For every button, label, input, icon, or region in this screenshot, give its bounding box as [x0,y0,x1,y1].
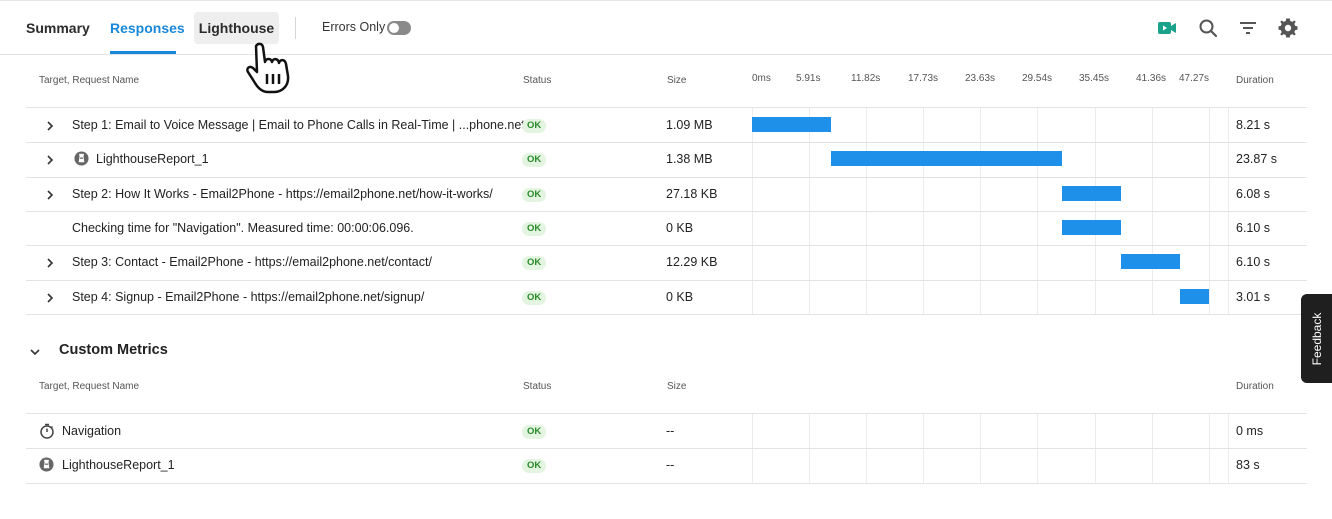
timing-bar[interactable] [1180,289,1209,304]
timing-bar[interactable] [1062,186,1121,201]
row-divider [26,483,1307,484]
video-icon[interactable] [1155,16,1179,40]
size-value: 0 KB [666,289,694,304]
active-tab-indicator [110,51,176,54]
col-header-size: Size [667,75,687,86]
chevron-right-icon[interactable] [44,188,56,200]
cm-col-header-name: Target, Request Name [39,381,140,392]
request-name: Step 1: Email to Voice Message | Email t… [72,118,529,132]
table-row[interactable]: Step 4: Signup - Email2Phone - https://e… [26,280,1307,314]
chevron-right-icon[interactable] [44,119,56,131]
table-row[interactable]: Navigation OK -- 0 ms [26,414,1307,448]
metric-name: LighthouseReport_1 [62,458,175,473]
duration-value: 0 ms [1236,424,1264,438]
timeline-tick-label: 47.27s [1179,73,1210,84]
col-header-status: Status [523,75,552,86]
cm-col-header-duration: Duration [1236,381,1274,392]
timing-bar[interactable] [1062,220,1121,235]
size-value: 1.09 MB [666,118,713,132]
status-badge: OK [522,256,547,271]
size-value: 1.38 MB [666,152,713,167]
col-header-duration: Duration [1236,75,1274,86]
status-badge: OK [522,459,547,474]
row-divider [26,314,1307,315]
duration-value: 6.10 s [1236,255,1271,270]
timeline-tick-label: 0ms [752,73,771,84]
cm-col-header-size: Size [667,381,687,392]
tab-lighthouse[interactable]: Lighthouse [194,12,279,44]
custom-metrics-title: Custom Metrics [59,342,168,358]
timing-bar[interactable] [831,151,1062,166]
hand-cursor-icon [244,42,302,96]
status-badge: OK [522,290,547,305]
col-header-name: Target, Request Name [39,75,140,86]
timeline-tick-label: 29.54s [1022,73,1053,84]
request-name: Step 4: Signup - Email2Phone - https://e… [72,289,425,304]
timing-bar[interactable] [1121,254,1180,269]
request-name: Checking time for "Navigation". Measured… [72,220,414,235]
timeline-tick-label: 17.73s [908,73,939,84]
filter-icon[interactable] [1236,16,1260,40]
tab-divider [295,17,296,39]
search-icon[interactable] [1196,16,1220,40]
status-badge: OK [522,425,547,439]
duration-value: 8.21 s [1236,118,1271,132]
status-badge: OK [522,221,547,236]
tab-summary[interactable]: Summary [26,12,90,44]
size-value: 12.29 KB [666,255,718,270]
timeline-tick-label: 35.45s [1079,73,1110,84]
duration-value: 83 s [1236,458,1260,473]
table-row[interactable]: Step 1: Email to Voice Message | Email t… [26,108,1307,142]
chevron-down-icon[interactable] [29,345,41,357]
lighthouse-icon [74,151,89,166]
cm-col-header-status: Status [523,381,552,392]
tab-responses[interactable]: Responses [110,12,185,44]
gear-icon[interactable] [1276,16,1300,40]
duration-value: 3.01 s [1236,289,1271,304]
chevron-right-icon[interactable] [44,256,56,268]
request-name: LighthouseReport_1 [96,152,209,167]
status-badge: OK [522,119,547,133]
timeline-tick-label: 11.82s [851,73,881,84]
tab-bar: Summary Responses Lighthouse Errors Only [0,0,1332,55]
duration-value: 23.87 s [1236,152,1278,167]
timeline-tick-label: 23.63s [965,73,996,84]
chevron-right-icon[interactable] [44,153,56,165]
size-value: -- [666,424,675,438]
duration-value: 6.08 s [1236,186,1271,201]
lighthouse-icon [39,457,55,473]
chevron-right-icon[interactable] [44,291,56,303]
size-value: -- [666,458,675,473]
timeline-tick-label: 41.36s [1136,73,1167,84]
duration-value: 6.10 s [1236,220,1271,235]
table-row[interactable]: LighthouseReport_1 OK 1.38 MB 23.87 s [26,142,1307,176]
toggle-knob [389,23,399,33]
table-row[interactable]: LighthouseReport_1 OK -- 83 s [26,448,1307,482]
feedback-label: Feedback [1309,312,1324,365]
request-name: Step 3: Contact - Email2Phone - https://… [72,255,432,270]
stopwatch-icon [39,423,55,439]
status-badge: OK [522,153,547,168]
feedback-button[interactable]: Feedback [1301,294,1332,383]
timeline-tick-label: 5.91s [796,73,821,84]
status-badge: OK [522,187,547,202]
timing-bar[interactable] [752,117,831,132]
errors-only-toggle[interactable] [387,21,411,35]
size-value: 0 KB [666,220,694,235]
errors-only-label: Errors Only [322,20,386,34]
metric-name: Navigation [62,424,122,438]
request-name: Step 2: How It Works - Email2Phone - htt… [72,186,493,201]
table-row[interactable]: Step 3: Contact - Email2Phone - https://… [26,245,1307,279]
size-value: 27.18 KB [666,186,718,201]
